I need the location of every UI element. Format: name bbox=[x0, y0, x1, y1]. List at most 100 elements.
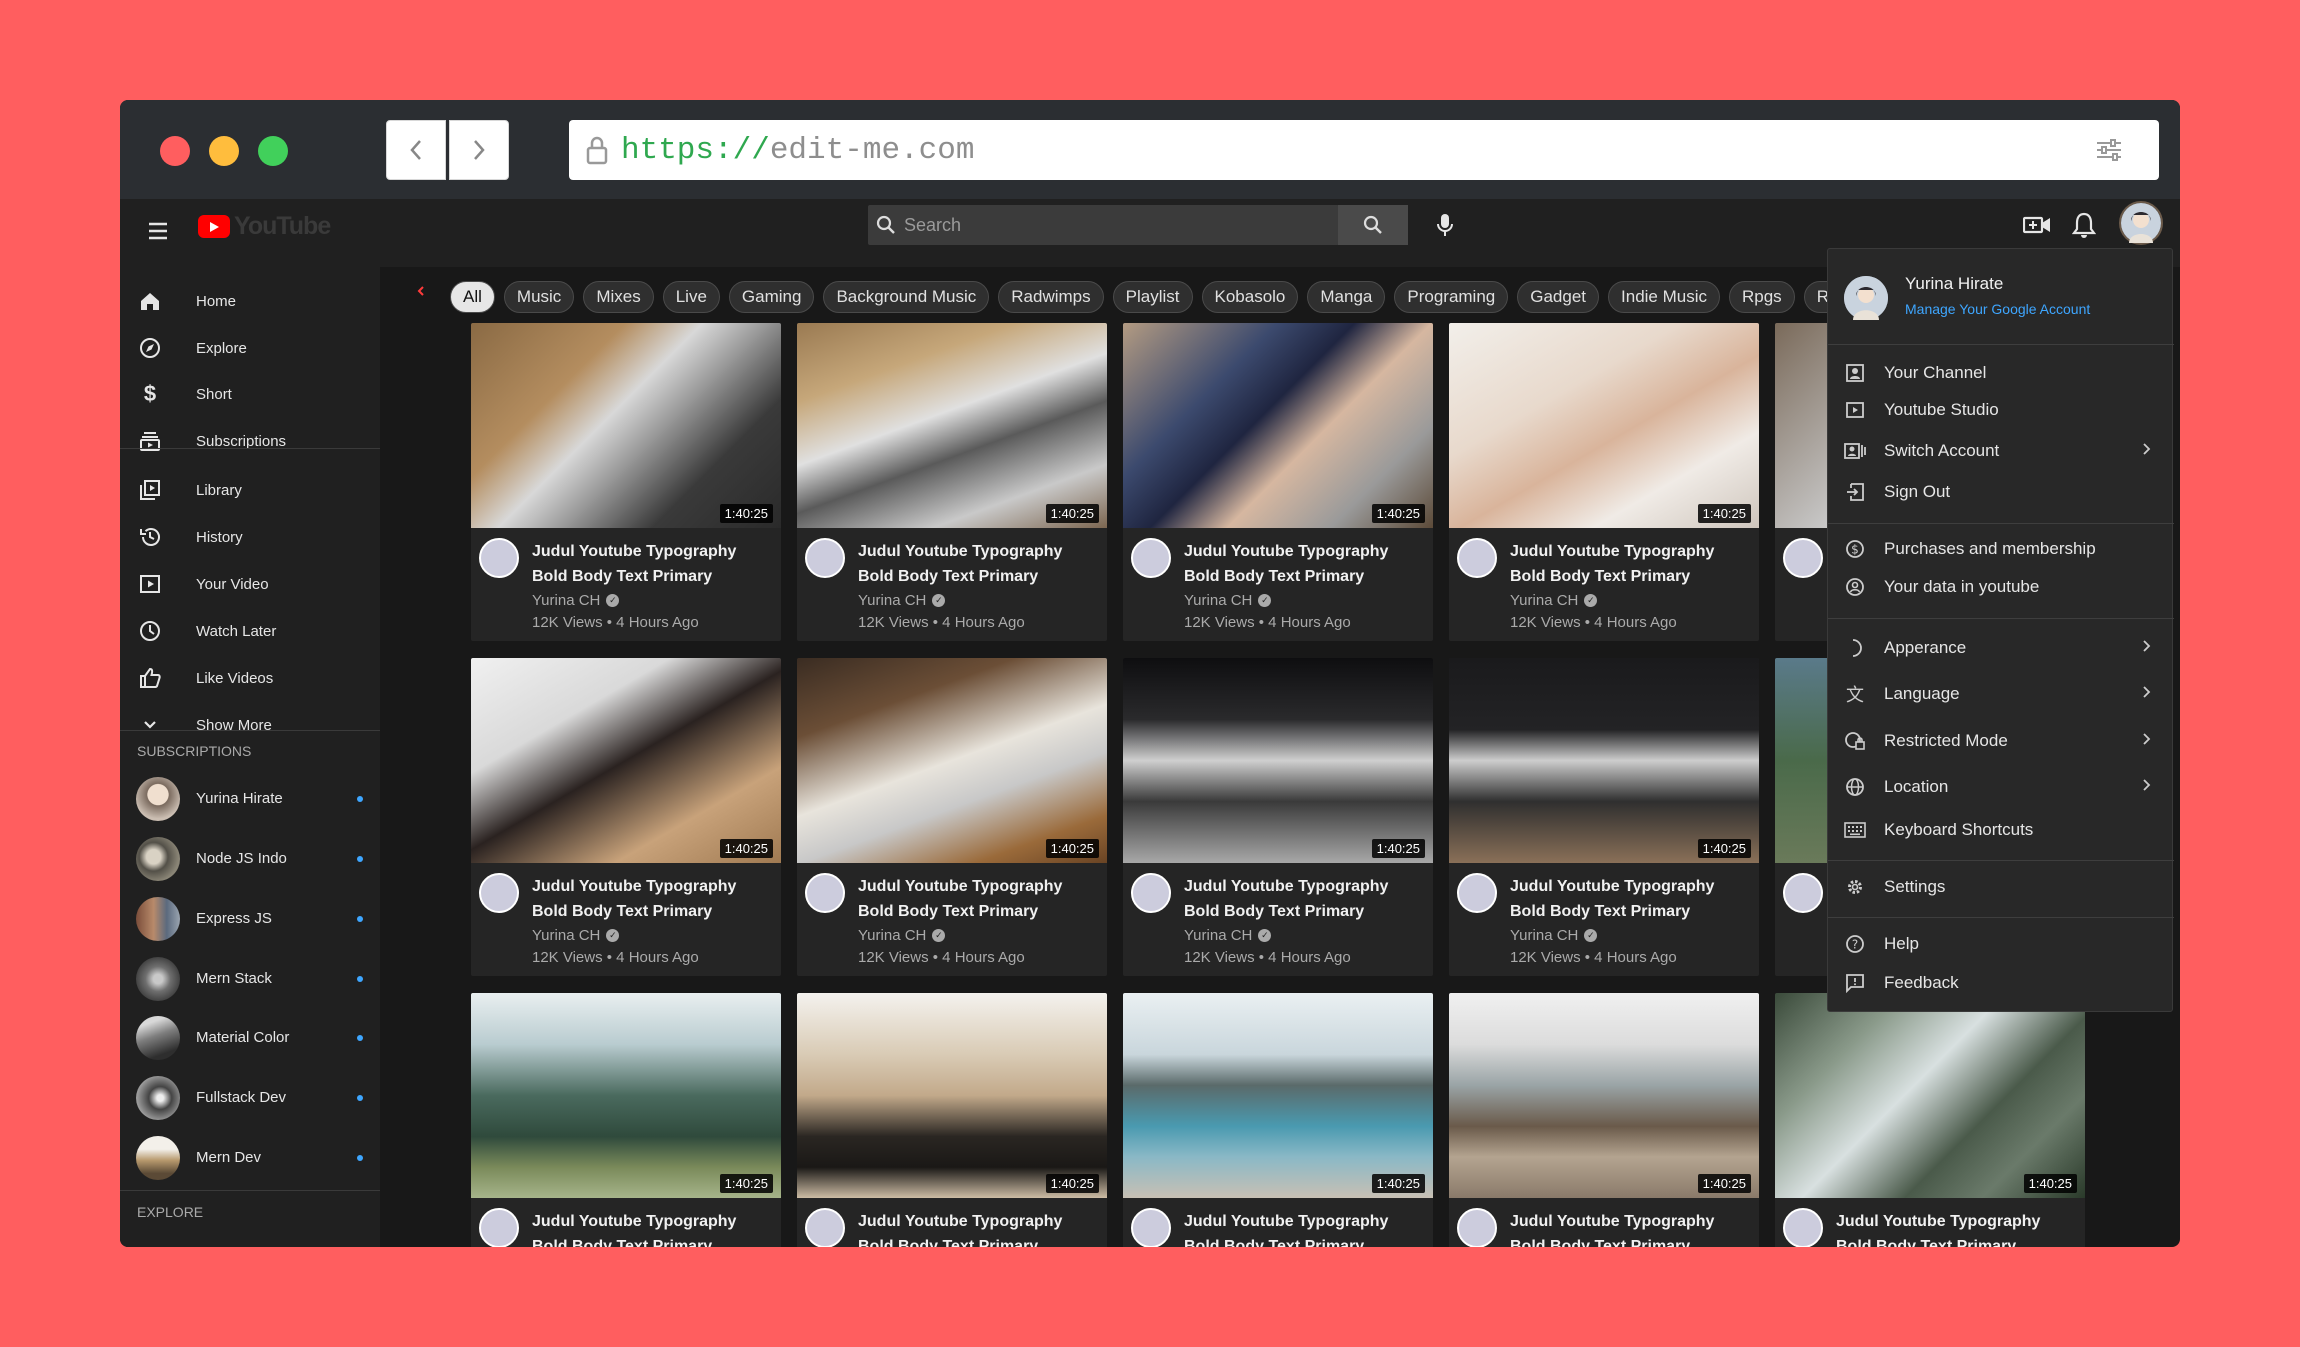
video-card[interactable]: 1:40:25 Judul Youtube Typography Bold Bo… bbox=[797, 993, 1107, 1247]
chip-all[interactable]: All bbox=[450, 281, 495, 313]
video-card[interactable]: 1:40:25 Judul Youtube Typography Bold Bo… bbox=[471, 323, 781, 641]
channel-avatar[interactable] bbox=[1131, 538, 1171, 578]
channel-name[interactable]: Yurina CH ✓ bbox=[1184, 592, 1272, 609]
chips-scroll-left-button[interactable] bbox=[416, 284, 426, 303]
video-title[interactable]: Judul Youtube Typography Bold Body Text … bbox=[1510, 539, 1750, 589]
channel-name[interactable]: Yurina CH ✓ bbox=[1510, 927, 1598, 944]
minimize-window-button[interactable] bbox=[209, 136, 239, 166]
video-thumbnail[interactable]: 1:40:25 bbox=[471, 658, 781, 863]
back-button[interactable] bbox=[386, 120, 446, 180]
video-title[interactable]: Judul Youtube Typography Bold Body Text … bbox=[1184, 539, 1424, 589]
notifications-button[interactable] bbox=[2071, 212, 2097, 245]
video-title[interactable]: Judul Youtube Typography Bold Body Text … bbox=[532, 539, 772, 589]
menu-item-help[interactable]: ? Help bbox=[1828, 925, 2174, 961]
channel-avatar[interactable] bbox=[1131, 873, 1171, 913]
video-thumbnail[interactable]: 1:40:25 bbox=[471, 323, 781, 528]
channel-avatar[interactable] bbox=[479, 538, 519, 578]
sidebar-item-watch-later[interactable]: Watch Later bbox=[120, 611, 380, 651]
video-card[interactable]: 1:40:25 Judul Youtube Typography Bold Bo… bbox=[1449, 658, 1759, 976]
forward-button[interactable] bbox=[449, 120, 509, 180]
video-title[interactable]: Judul Youtube Typography Bold Body Text … bbox=[532, 874, 772, 924]
video-card[interactable]: 1:40:25 Judul Youtube Typography Bold Bo… bbox=[471, 658, 781, 976]
subscription-item[interactable]: Mern Stack bbox=[120, 949, 380, 1005]
manage-account-link[interactable]: Manage Your Google Account bbox=[1905, 301, 2090, 317]
video-title[interactable]: Judul Youtube Typography Bold Body Text … bbox=[858, 539, 1098, 589]
maximize-window-button[interactable] bbox=[258, 136, 288, 166]
address-bar[interactable]: https://edit-me.com bbox=[569, 120, 2159, 180]
chip-programing[interactable]: Programing bbox=[1394, 281, 1509, 313]
channel-name[interactable]: Yurina CH ✓ bbox=[1184, 927, 1272, 944]
video-thumbnail[interactable]: 1:40:25 bbox=[1123, 658, 1433, 863]
video-title[interactable]: Judul Youtube Typography Bold Body Text … bbox=[1510, 1209, 1750, 1247]
menu-item-sign-out[interactable]: Sign Out bbox=[1828, 473, 2174, 509]
video-card[interactable]: 1:40:25 Judul Youtube Typography Bold Bo… bbox=[471, 993, 781, 1247]
menu-item-purchases[interactable]: $ Purchases and membership bbox=[1828, 530, 2174, 566]
video-thumbnail[interactable]: 1:40:25 bbox=[1449, 658, 1759, 863]
channel-avatar[interactable] bbox=[805, 1208, 845, 1247]
menu-item-keyboard-shortcuts[interactable]: Keyboard Shortcuts bbox=[1828, 811, 2174, 847]
menu-item-restricted-mode[interactable]: Restricted Mode bbox=[1828, 722, 2174, 758]
video-title[interactable]: Judul Youtube Typography Bold Body Text … bbox=[1836, 1209, 2076, 1247]
menu-item-switch-account[interactable]: Switch Account bbox=[1828, 432, 2174, 468]
video-title[interactable]: Judul Youtube Typography Bold Body Text … bbox=[1510, 874, 1750, 924]
search-button[interactable] bbox=[1338, 205, 1408, 245]
video-card[interactable]: 1:40:25 Judul Youtube Typography Bold Bo… bbox=[1123, 993, 1433, 1247]
menu-item-youtube-studio[interactable]: Youtube Studio bbox=[1828, 391, 2174, 427]
video-card[interactable]: 1:40:25 Judul Youtube Typography Bold Bo… bbox=[797, 323, 1107, 641]
subscription-item[interactable]: Node JS Indo bbox=[120, 829, 380, 885]
menu-item-your-channel[interactable]: Your Channel bbox=[1828, 354, 2174, 390]
menu-button[interactable] bbox=[146, 219, 170, 248]
subscription-item[interactable]: Material Color bbox=[120, 1008, 380, 1064]
menu-item-your-data[interactable]: Your data in youtube bbox=[1828, 568, 2174, 604]
video-card[interactable]: 1:40:25 Judul Youtube Typography Bold Bo… bbox=[1449, 993, 1759, 1247]
subscription-item[interactable]: Yurina Hirate bbox=[120, 769, 380, 825]
video-thumbnail[interactable]: 1:40:25 bbox=[797, 323, 1107, 528]
subscription-item[interactable]: Express JS bbox=[120, 889, 380, 945]
channel-avatar[interactable] bbox=[479, 1208, 519, 1247]
video-title[interactable]: Judul Youtube Typography Bold Body Text … bbox=[858, 874, 1098, 924]
menu-item-appearance[interactable]: Apperance bbox=[1828, 629, 2174, 665]
sidebar-item-home[interactable]: Home bbox=[120, 281, 380, 321]
chip-kobasolo[interactable]: Kobasolo bbox=[1201, 281, 1299, 313]
chip-gaming[interactable]: Gaming bbox=[728, 281, 815, 313]
channel-avatar[interactable] bbox=[1457, 1208, 1497, 1247]
browser-settings-button[interactable] bbox=[2079, 120, 2139, 180]
channel-avatar[interactable] bbox=[1131, 1208, 1171, 1247]
chip-rpgs[interactable]: Rpgs bbox=[1729, 281, 1795, 313]
video-card[interactable]: 1:40:25 Judul Youtube Typography Bold Bo… bbox=[1449, 323, 1759, 641]
channel-avatar[interactable] bbox=[805, 873, 845, 913]
menu-item-language[interactable]: 文 Language bbox=[1828, 675, 2174, 711]
video-card[interactable]: 1:40:25 Judul Youtube Typography Bold Bo… bbox=[1775, 993, 2085, 1247]
video-thumbnail[interactable]: 1:40:25 bbox=[797, 993, 1107, 1198]
youtube-logo[interactable]: YouTube bbox=[198, 212, 331, 241]
sidebar-item-show-more[interactable]: Show More bbox=[120, 705, 380, 745]
sidebar-item-explore[interactable]: Explore bbox=[120, 328, 380, 368]
channel-name[interactable]: Yurina CH ✓ bbox=[858, 927, 946, 944]
sidebar-item-your-video[interactable]: Your Video bbox=[120, 564, 380, 604]
chip-live[interactable]: Live bbox=[662, 281, 720, 313]
video-card[interactable]: 1:40:25 Judul Youtube Typography Bold Bo… bbox=[797, 658, 1107, 976]
video-thumbnail[interactable]: 1:40:25 bbox=[1123, 323, 1433, 528]
video-thumbnail[interactable]: 1:40:25 bbox=[797, 658, 1107, 863]
video-thumbnail[interactable]: 1:40:25 bbox=[1449, 993, 1759, 1198]
search-input[interactable] bbox=[868, 205, 1339, 245]
video-thumbnail[interactable]: 1:40:25 bbox=[1449, 323, 1759, 528]
video-card[interactable]: 1:40:25 Judul Youtube Typography Bold Bo… bbox=[1123, 323, 1433, 641]
sidebar-item-subscriptions[interactable]: Subscriptions bbox=[120, 421, 380, 461]
close-window-button[interactable] bbox=[160, 136, 190, 166]
menu-item-location[interactable]: Location bbox=[1828, 768, 2174, 804]
channel-avatar[interactable] bbox=[479, 873, 519, 913]
channel-avatar[interactable] bbox=[805, 538, 845, 578]
chip-radwimps[interactable]: Radwimps bbox=[998, 281, 1104, 313]
video-thumbnail[interactable]: 1:40:25 bbox=[471, 993, 781, 1198]
video-thumbnail[interactable]: 1:40:25 bbox=[1123, 993, 1433, 1198]
channel-name[interactable]: Yurina CH ✓ bbox=[1510, 592, 1598, 609]
video-title[interactable]: Judul Youtube Typography Bold Body Text … bbox=[1184, 874, 1424, 924]
chip-mixes[interactable]: Mixes bbox=[583, 281, 654, 313]
channel-name[interactable]: Yurina CH ✓ bbox=[532, 927, 620, 944]
chip-manga[interactable]: Manga bbox=[1307, 281, 1386, 313]
channel-name[interactable]: Yurina CH ✓ bbox=[532, 592, 620, 609]
voice-search-button[interactable] bbox=[1436, 213, 1454, 242]
sidebar-item-history[interactable]: History bbox=[120, 517, 380, 557]
sidebar-item-like-videos[interactable]: Like Videos bbox=[120, 658, 380, 698]
